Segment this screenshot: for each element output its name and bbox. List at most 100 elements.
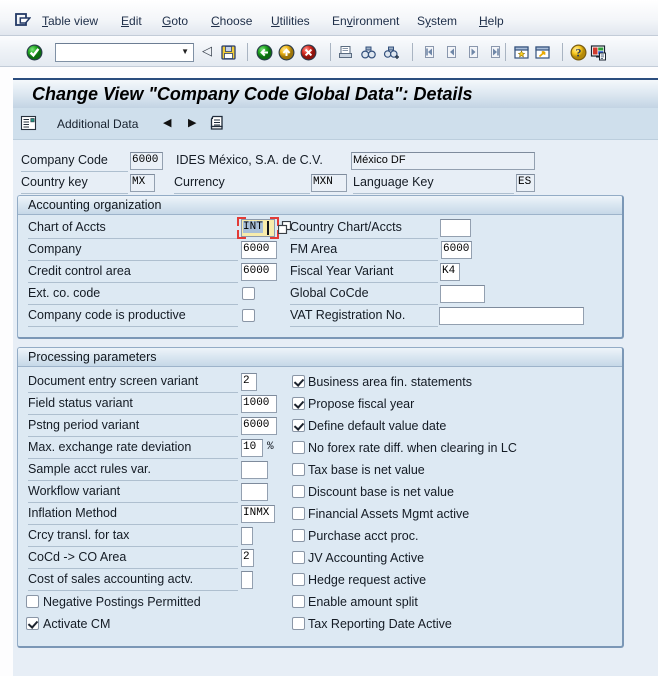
row-chart-of-accts: Chart of Accts INT Country Chart/Accts — [18, 217, 623, 239]
application-toolbar: Additional Data ◀ ▶ — [13, 108, 658, 140]
exit-icon[interactable] — [278, 44, 295, 61]
enter-check-icon[interactable] — [26, 44, 43, 61]
menu-table-view[interactable]: Table view — [42, 14, 98, 28]
row-financial-assets-mgmt: Financial Assets Mgmt active — [18, 503, 623, 525]
discount-base-net-checkbox[interactable] — [292, 485, 305, 498]
company-name-text: IDES México, S.A. de C.V. — [176, 150, 323, 172]
print-list-icon[interactable] — [208, 114, 227, 138]
row-propose-fiscal-year: Propose fiscal year — [18, 393, 623, 415]
customize-layout-icon[interactable] — [590, 44, 607, 61]
productive-checkbox[interactable] — [242, 309, 255, 322]
find-icon[interactable] — [360, 44, 377, 61]
financial-assets-mgmt-checkbox[interactable] — [292, 507, 305, 520]
menu-goto[interactable]: Goto — [162, 14, 188, 28]
company-field[interactable]: 6000 — [241, 241, 277, 259]
credit-control-field[interactable]: 6000 — [241, 263, 277, 281]
jv-accounting-checkbox[interactable] — [292, 551, 305, 564]
back-icon[interactable] — [256, 44, 273, 61]
purchase-acct-proc-label: Purchase acct proc. — [308, 525, 418, 547]
menu-bar: Table view Edit Goto Choose Utilities En… — [0, 0, 658, 36]
group-title: Accounting organization — [28, 198, 161, 212]
tax-reporting-date-checkbox[interactable] — [292, 617, 305, 630]
next-page-icon[interactable] — [465, 44, 482, 61]
shortcut-icon[interactable] — [534, 44, 551, 61]
ext-co-code-checkbox[interactable] — [242, 287, 255, 300]
discount-base-net-label: Discount base is net value — [308, 481, 454, 503]
fiscal-year-variant-field[interactable]: K4 — [440, 263, 460, 281]
row-enable-amount-split: Enable amount split — [18, 591, 623, 613]
purchase-acct-proc-checkbox[interactable] — [292, 529, 305, 542]
credit-control-label: Credit control area — [28, 261, 238, 283]
svg-text:?: ? — [576, 46, 582, 60]
business-area-checkbox[interactable] — [292, 375, 305, 388]
tax-base-net-checkbox[interactable] — [292, 463, 305, 476]
details-icon[interactable] — [20, 115, 37, 136]
previous-page-icon[interactable] — [443, 44, 460, 61]
command-dropdown-icon[interactable]: ▼ — [181, 47, 189, 56]
fm-area-label: FM Area — [290, 239, 438, 261]
group-title: Processing parameters — [28, 350, 157, 364]
next-entry-icon[interactable]: ▶ — [188, 116, 196, 129]
group-accounting-organization: Accounting organization Chart of Accts I… — [17, 195, 624, 339]
chart-of-accts-field[interactable]: INT — [241, 219, 275, 237]
menu-edit[interactable]: Edit — [121, 14, 142, 28]
row-define-default-value-date: Define default value date — [18, 415, 623, 437]
city-field[interactable]: México DF — [351, 152, 535, 170]
language-key-field[interactable]: ES — [516, 174, 535, 192]
additional-data-button[interactable]: Additional Data — [57, 117, 138, 131]
fm-area-field[interactable]: 6000 — [441, 241, 472, 259]
tax-base-net-label: Tax base is net value — [308, 459, 425, 481]
save-icon[interactable] — [220, 44, 237, 61]
define-default-value-date-label: Define default value date — [308, 415, 446, 437]
menu-system[interactable]: System — [417, 14, 457, 28]
cancel-icon[interactable] — [300, 44, 317, 61]
jv-accounting-label: JV Accounting Active — [308, 547, 424, 569]
currency-field[interactable]: MXN — [311, 174, 347, 192]
no-forex-rate-diff-checkbox[interactable] — [292, 441, 305, 454]
page-title: Change View "Company Code Global Data": … — [32, 84, 472, 105]
command-input[interactable] — [57, 45, 179, 60]
row-company: Company 6000 FM Area 6000 — [18, 239, 623, 261]
previous-entry-icon[interactable]: ◀ — [163, 116, 171, 129]
language-key-label: Language Key — [353, 172, 514, 194]
menu-utilities[interactable]: Utilities — [271, 14, 310, 28]
fiscal-year-variant-label: Fiscal Year Variant — [290, 261, 438, 283]
first-page-icon[interactable] — [421, 44, 438, 61]
country-key-field[interactable]: MX — [130, 174, 155, 192]
menu-choose[interactable]: Choose — [211, 14, 252, 28]
new-session-icon[interactable] — [513, 44, 530, 61]
productive-label: Company code is productive — [28, 305, 238, 327]
system-menu-icon[interactable] — [14, 11, 31, 27]
row-business-area: Business area fin. statements — [18, 371, 623, 393]
row-tax-base-net: Tax base is net value — [18, 459, 623, 481]
financial-assets-mgmt-label: Financial Assets Mgmt active — [308, 503, 469, 525]
menu-environment[interactable]: Environment — [332, 14, 399, 28]
vat-reg-field[interactable] — [439, 307, 584, 325]
back-triangle-icon[interactable]: ◁ — [202, 41, 212, 61]
find-next-icon[interactable] — [383, 44, 400, 61]
row-productive: Company code is productive VAT Registrat… — [18, 305, 623, 327]
standard-toolbar: ▼ ◁ — [0, 36, 658, 67]
command-combo: ▼ — [55, 43, 194, 62]
hedge-request-checkbox[interactable] — [292, 573, 305, 586]
menu-help[interactable]: Help — [479, 14, 504, 28]
company-code-field[interactable]: 6000 — [130, 152, 163, 170]
group-title-bar: Accounting organization — [18, 196, 622, 215]
hedge-request-label: Hedge request active — [308, 569, 426, 591]
country-chart-label: Country Chart/Accts — [290, 217, 438, 239]
propose-fiscal-year-label: Propose fiscal year — [308, 393, 414, 415]
enable-amount-split-checkbox[interactable] — [292, 595, 305, 608]
country-chart-field[interactable] — [440, 219, 471, 237]
toolbar-separator — [412, 43, 413, 61]
tax-reporting-date-label: Tax Reporting Date Active — [308, 613, 452, 635]
global-cocde-field[interactable] — [440, 285, 485, 303]
group-title-bar: Processing parameters — [18, 348, 622, 367]
help-icon[interactable]: ? — [570, 44, 587, 61]
propose-fiscal-year-checkbox[interactable] — [292, 397, 305, 410]
text-cursor — [267, 221, 269, 235]
toolbar-separator — [505, 43, 506, 61]
define-default-value-date-checkbox[interactable] — [292, 419, 305, 432]
print-icon[interactable] — [337, 44, 354, 61]
row-no-forex-rate-diff: No forex rate diff. when clearing in LC — [18, 437, 623, 459]
last-page-icon[interactable] — [487, 44, 504, 61]
